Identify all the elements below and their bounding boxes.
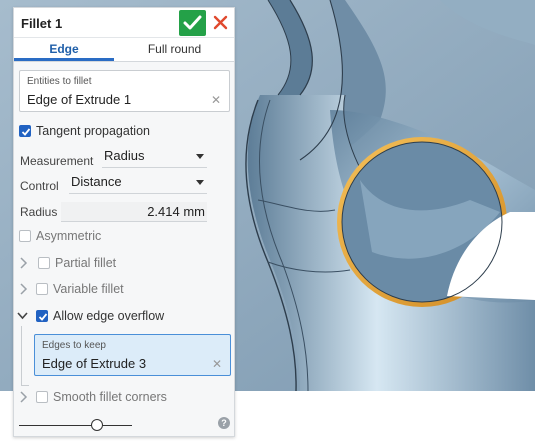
- tab-full-round[interactable]: Full round: [114, 38, 235, 61]
- check-icon: [21, 128, 31, 136]
- measurement-select[interactable]: Radius: [102, 146, 207, 168]
- group-connector-line: [21, 326, 22, 386]
- allow-edge-overflow-checkbox[interactable]: [36, 310, 48, 322]
- chevron-right-icon[interactable]: [18, 390, 28, 404]
- variable-fillet-label: Variable fillet: [53, 282, 124, 296]
- control-value: Distance: [71, 174, 122, 189]
- measurement-value: Radius: [104, 148, 145, 163]
- variable-fillet-row: Variable fillet: [14, 279, 234, 301]
- entities-value: Edge of Extrude 1: [27, 92, 132, 107]
- smooth-fillet-corners-checkbox[interactable]: [36, 391, 48, 403]
- chevron-down-icon: [196, 180, 204, 185]
- chevron-right-icon[interactable]: [18, 256, 28, 270]
- smooth-fillet-corners-label: Smooth fillet corners: [53, 390, 167, 404]
- asymmetric-row: Asymmetric: [14, 226, 234, 248]
- partial-fillet-label: Partial fillet: [55, 256, 117, 270]
- dialog-title: Fillet 1: [21, 16, 63, 31]
- control-select[interactable]: Distance: [69, 172, 207, 194]
- close-icon[interactable]: ✕: [212, 357, 222, 371]
- accept-button[interactable]: [179, 10, 206, 36]
- entities-label: Entities to fillet: [27, 76, 92, 87]
- tab-edge[interactable]: Edge: [14, 38, 114, 61]
- radius-label: Radius: [20, 205, 58, 219]
- variable-fillet-checkbox[interactable]: [36, 283, 48, 295]
- group-connector-tick: [21, 385, 29, 386]
- close-icon[interactable]: ✕: [211, 93, 221, 107]
- partial-fillet-row: Partial fillet: [14, 253, 234, 275]
- preview-slider-track[interactable]: [19, 425, 132, 426]
- help-icon[interactable]: ?: [218, 417, 230, 429]
- preview-slider-thumb[interactable]: [91, 419, 103, 431]
- edges-to-keep-label: Edges to keep: [42, 340, 106, 351]
- check-icon: [38, 313, 48, 321]
- chevron-right-icon[interactable]: [18, 282, 28, 296]
- tangent-propagation-label: Tangent propagation: [36, 124, 150, 138]
- checkmark-icon: [183, 15, 202, 30]
- dialog-header: Fillet 1: [14, 8, 234, 38]
- allow-edge-overflow-row: Allow edge overflow: [14, 306, 234, 328]
- fillet-type-tabs: Edge Full round: [14, 38, 234, 62]
- radius-input[interactable]: 2.414 mm: [61, 202, 207, 222]
- chevron-down-icon: [196, 154, 204, 159]
- control-label: Control: [20, 179, 59, 193]
- tangent-propagation-checkbox[interactable]: [19, 125, 31, 137]
- chevron-down-icon[interactable]: [16, 309, 29, 323]
- cancel-button[interactable]: [211, 12, 231, 34]
- edges-to-keep-field[interactable]: Edges to keep Edge of Extrude 3 ✕: [34, 334, 231, 376]
- allow-edge-overflow-label: Allow edge overflow: [53, 309, 165, 323]
- smooth-fillet-corners-row: Smooth fillet corners: [14, 387, 234, 409]
- measurement-label: Measurement: [20, 154, 94, 168]
- edges-to-keep-value: Edge of Extrude 3: [42, 356, 147, 371]
- entities-to-fillet-field[interactable]: Entities to fillet Edge of Extrude 1 ✕: [19, 70, 230, 112]
- asymmetric-checkbox[interactable]: [19, 230, 31, 242]
- fillet-feature-dialog: Fillet 1 Edge Full round Entities to fil…: [13, 7, 235, 437]
- tangent-propagation-row: Tangent propagation: [14, 121, 234, 143]
- partial-fillet-checkbox[interactable]: [38, 257, 50, 269]
- asymmetric-label: Asymmetric: [36, 229, 102, 243]
- close-icon: [213, 15, 228, 30]
